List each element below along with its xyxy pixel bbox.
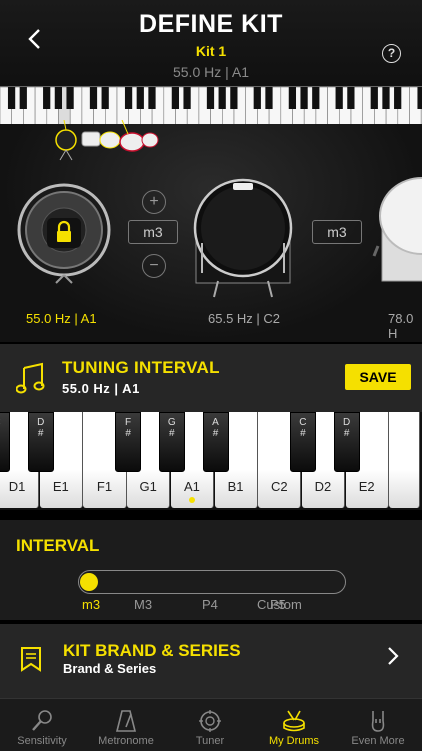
mini-black-key[interactable] (54, 87, 63, 109)
selected-key-indicator (188, 497, 195, 503)
piano-key-label: C2 (270, 479, 288, 494)
black-key-label: D # (342, 417, 351, 439)
piano-keyboard[interactable]: D1 E1 F1 G1 A1 B1 C2 D2 E2 C # D # F # G # A # C # D # (0, 412, 422, 510)
tab-my-drums[interactable]: My Drums (252, 699, 336, 751)
tab-label: Metronome (98, 735, 154, 747)
mini-black-key[interactable] (394, 87, 402, 109)
microphone-icon (32, 710, 52, 731)
piano-black-key[interactable]: D # (27, 412, 54, 472)
mini-black-key[interactable] (171, 87, 180, 109)
page-title: DEFINE KIT (139, 10, 283, 38)
piano-key-label: G1 (139, 479, 157, 494)
metronome-icon (115, 710, 137, 732)
drum-3-frequency: 78.0 H (388, 311, 414, 341)
music-note-icon (16, 362, 45, 394)
tab-metronome[interactable]: Metronome (84, 699, 168, 751)
piano-black-key[interactable]: F # (115, 412, 142, 472)
piano-key-label: E1 (52, 479, 69, 494)
tuning-interval-title: TUNING INTERVAL (62, 358, 220, 377)
mini-black-key[interactable] (43, 87, 51, 109)
tab-tuner[interactable]: Tuner (168, 699, 252, 751)
interval-title: INTERVAL (16, 536, 100, 555)
tab-label: Tuner (195, 735, 225, 747)
bookmark-list-icon (21, 647, 41, 672)
black-key-label: C # (299, 417, 307, 439)
tab-sensitivity[interactable]: Sensitivity (0, 699, 84, 751)
interval-slider[interactable] (78, 570, 346, 594)
mini-black-key[interactable] (101, 87, 109, 109)
mini-black-key[interactable] (347, 87, 355, 109)
increase-interval-button[interactable]: + (142, 190, 166, 214)
mini-black-key[interactable] (183, 87, 191, 109)
snare-drum-icon[interactable] (372, 176, 422, 296)
piano-black-key[interactable]: G # (158, 412, 185, 472)
tab-bar: Sensitivity Metronome Tuner My Drums Eve… (0, 698, 422, 751)
mini-black-key[interactable] (66, 87, 74, 109)
tab-label: Sensitivity (17, 735, 67, 747)
mini-black-key[interactable] (19, 87, 27, 109)
mini-black-key[interactable] (288, 87, 297, 109)
interval-tick-M3[interactable]: M3 (134, 597, 152, 612)
piano-key-partial[interactable] (389, 412, 421, 508)
tuning-interval-subtitle: 55.0 Hz | A1 (62, 381, 140, 396)
decrease-interval-button[interactable]: − (142, 254, 166, 278)
black-key-label: F # (125, 417, 132, 439)
mini-black-key[interactable] (124, 87, 133, 109)
mini-black-key[interactable] (312, 87, 320, 109)
mini-black-key[interactable] (136, 87, 144, 109)
mini-black-key[interactable] (417, 87, 422, 109)
tab-label: My Drums (268, 735, 320, 747)
lock-icon (47, 218, 81, 248)
mini-black-key[interactable] (382, 87, 390, 109)
piano-key-label: B1 (227, 479, 244, 494)
floor-tom-icon[interactable] (188, 173, 298, 298)
black-key-label: D # (37, 417, 45, 439)
tab-label: Even More (351, 735, 405, 747)
drums-icon (283, 710, 305, 732)
piano-key-label: A1 (183, 479, 200, 494)
mini-black-key[interactable] (253, 87, 261, 109)
mini-black-key[interactable] (148, 87, 156, 109)
piano-key-label: F1 (96, 479, 113, 494)
drum-2-frequency: 65.5 Hz | C2 (208, 311, 281, 326)
interval-slider-thumb[interactable] (80, 573, 98, 591)
save-button[interactable]: SAVE (345, 364, 411, 390)
piano-black-key[interactable]: D # (333, 412, 360, 472)
interval-right-box[interactable]: m3 (312, 220, 362, 244)
piano-black-key[interactable]: C # (289, 412, 316, 472)
mini-black-key[interactable] (370, 87, 378, 109)
piano-key-label: D2 (314, 479, 332, 494)
help-icon[interactable]: ? (382, 44, 401, 63)
piano-key-label: E2 (358, 479, 375, 494)
mini-black-key[interactable] (218, 87, 226, 109)
mini-black-key[interactable] (89, 87, 98, 109)
interval-tick-m3[interactable]: m3 (82, 597, 100, 612)
kit-brand-subtitle: Brand & Series (63, 661, 157, 676)
piano-black-key[interactable]: A # (202, 412, 229, 472)
black-key-label: G # (167, 417, 176, 439)
chevron-right-icon[interactable] (385, 644, 401, 675)
tab-even-more[interactable]: Even More (336, 699, 420, 751)
black-key-label: A # (212, 417, 219, 439)
piano-key-label: D1 (8, 479, 26, 494)
kit-name: Kit 1 (195, 43, 227, 59)
interval-left-box[interactable]: m3 (128, 220, 178, 244)
mini-black-key[interactable] (7, 87, 16, 109)
black-key-label: C # (0, 417, 9, 439)
rock-hand-icon (371, 711, 385, 732)
piano-black-key[interactable]: C # (0, 412, 10, 472)
drum-1-frequency: 55.0 Hz | A1 (26, 311, 97, 326)
mini-black-key[interactable] (230, 87, 238, 109)
kit-brand-title: KIT BRAND & SERIES (63, 641, 241, 660)
current-note: 55.0 Hz | A1 (172, 64, 249, 80)
interval-tick-P4[interactable]: P4 (202, 597, 218, 612)
mini-black-key[interactable] (300, 87, 308, 109)
mini-black-key[interactable] (335, 87, 343, 109)
interval-tick-P5[interactable]: P5 (270, 597, 286, 612)
mini-black-key[interactable] (206, 87, 215, 109)
mini-black-key[interactable] (265, 87, 273, 109)
kit-thumbnail-icon (55, 120, 159, 161)
tuner-icon (199, 710, 221, 732)
